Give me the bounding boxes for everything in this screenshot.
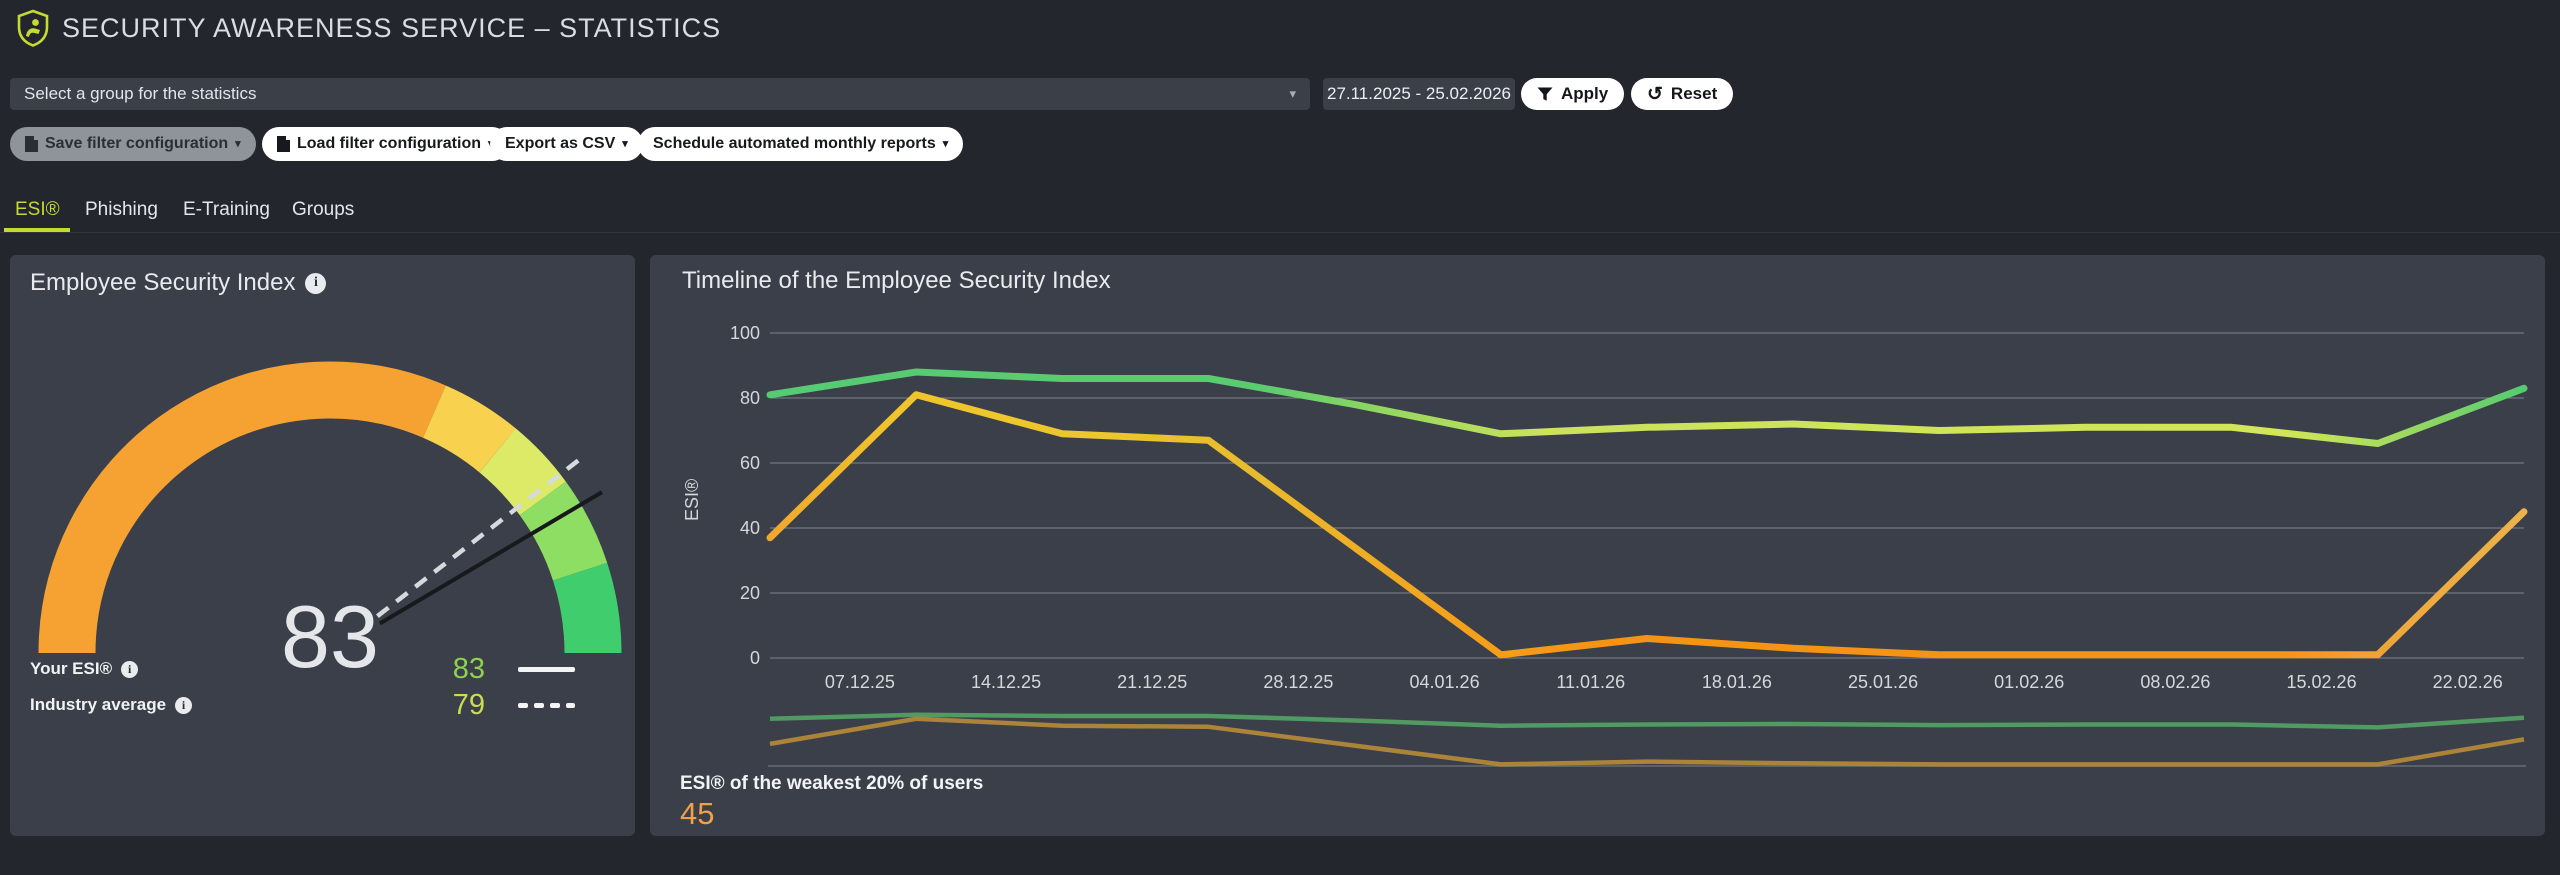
info-icon[interactable]: i (175, 697, 192, 714)
reset-button[interactable]: ↺ Reset (1631, 78, 1733, 110)
filter-funnel-icon (1537, 87, 1553, 102)
esi-timeline-card: 0 20 40 60 80 100 ESI® 07.12.25 14.12.25 21.12.25… (650, 255, 2545, 836)
tab-esi[interactable]: ESI® (15, 199, 60, 221)
x-tick-label: 18.01.26 (1702, 672, 1772, 692)
reset-icon: ↺ (1647, 85, 1663, 104)
x-tick-label: 22.02.26 (2433, 672, 2503, 692)
legend-label: Your ESI® i (30, 653, 138, 685)
date-range-value: 27.11.2025 - 25.02.2026 (1327, 84, 1511, 103)
dashed-line-swatch (518, 703, 575, 708)
legend-label-text: Your ESI® (30, 653, 112, 685)
page-title: SECURITY AWARENESS SERVICE – STATISTICS (62, 13, 721, 44)
apply-button[interactable]: Apply (1521, 78, 1624, 110)
esi-gauge-chart (10, 255, 635, 836)
tab-bar: ESI® Phishing E-Training Groups (0, 192, 2560, 233)
schedule-reports-button[interactable]: Schedule automated monthly reports ▾ (638, 127, 963, 161)
tab-phishing[interactable]: Phishing (85, 199, 158, 221)
gauge-card-title-text: Employee Security Index (30, 269, 295, 297)
x-tick-label: 15.02.26 (2287, 672, 2357, 692)
group-select[interactable]: Select a group for the statistics ▾ (10, 78, 1310, 110)
x-tick-label: 01.02.26 (1994, 672, 2064, 692)
industry-average-value: 79 (453, 689, 485, 721)
shield-logo-icon (14, 9, 52, 47)
esi-gauge-card: Employee Security Index i 83 Your ESI® i… (10, 255, 635, 836)
weakest-users-label: ESI® of the weakest 20% of users (680, 773, 983, 795)
timeline-card-title-text: Timeline of the Employee Security Index (682, 267, 1111, 295)
tab-e-training[interactable]: E-Training (183, 199, 270, 221)
document-icon (277, 136, 290, 152)
app-header: SECURITY AWARENESS SERVICE – STATISTICS (0, 0, 2560, 56)
legend-label-text: Industry average (30, 689, 166, 721)
x-tick-label: 21.12.25 (1117, 672, 1187, 692)
weakest-users-value: 45 (680, 796, 714, 832)
legend-row-industry-average: Industry average i 79 (30, 689, 615, 721)
series-line (770, 372, 2524, 444)
info-icon[interactable]: i (121, 661, 138, 678)
x-tick-label: 07.12.25 (825, 672, 895, 692)
chevron-down-icon: ▾ (943, 139, 949, 150)
y-tick-label: 100 (730, 323, 760, 343)
y-tick-label: 60 (740, 453, 760, 473)
gauge-segment (434, 412, 497, 451)
chevron-down-icon: ▾ (1289, 78, 1296, 110)
y-tick-label: 20 (740, 583, 760, 603)
legend-label: Industry average i (30, 689, 192, 721)
your-esi-value: 83 (453, 653, 485, 685)
x-tick-label: 08.02.26 (2140, 672, 2210, 692)
document-icon (25, 136, 38, 152)
active-tab-underline (4, 228, 70, 232)
info-icon[interactable]: i (305, 273, 326, 294)
y-tick-label: 0 (750, 648, 760, 668)
y-tick-label: 80 (740, 388, 760, 408)
timeline-card-title: Timeline of the Employee Security Index (682, 267, 1111, 295)
reset-label: Reset (1671, 84, 1717, 104)
date-range-input[interactable]: 27.11.2025 - 25.02.2026 (1323, 78, 1515, 110)
apply-label: Apply (1561, 84, 1608, 104)
x-tick-label: 04.01.26 (1410, 672, 1480, 692)
screen: SECURITY AWARENESS SERVICE – STATISTICS … (0, 0, 2560, 875)
save-filter-label: Save filter configuration (45, 135, 228, 153)
export-csv-button[interactable]: Export as CSV ▾ (490, 127, 643, 161)
chevron-down-icon: ▾ (235, 139, 241, 150)
save-filter-configuration-button[interactable]: Save filter configuration ▾ (10, 127, 256, 161)
x-tick-label: 11.01.26 (1556, 672, 1625, 692)
tab-groups[interactable]: Groups (292, 199, 354, 221)
load-filter-label: Load filter configuration (297, 135, 481, 153)
schedule-reports-label: Schedule automated monthly reports (653, 135, 936, 153)
group-select-placeholder: Select a group for the statistics (24, 84, 256, 103)
gauge-segment (580, 572, 593, 653)
y-tick-label: 40 (740, 518, 760, 538)
solid-line-swatch (518, 667, 575, 672)
y-axis-label: ESI® (682, 479, 702, 521)
load-filter-configuration-button[interactable]: Load filter configuration ▾ (262, 127, 509, 161)
legend-row-your-esi: Your ESI® i 83 (30, 653, 615, 685)
gauge-card-title: Employee Security Index i (30, 269, 326, 297)
chevron-down-icon: ▾ (622, 139, 628, 150)
esi-timeline-chart: 0 20 40 60 80 100 ESI® 07.12.25 14.12.25 21.12.25… (650, 255, 2545, 836)
export-csv-label: Export as CSV (505, 135, 615, 153)
x-tick-label: 28.12.25 (1263, 672, 1333, 692)
x-tick-label: 14.12.25 (971, 672, 1041, 692)
x-tick-label: 25.01.26 (1848, 672, 1918, 692)
